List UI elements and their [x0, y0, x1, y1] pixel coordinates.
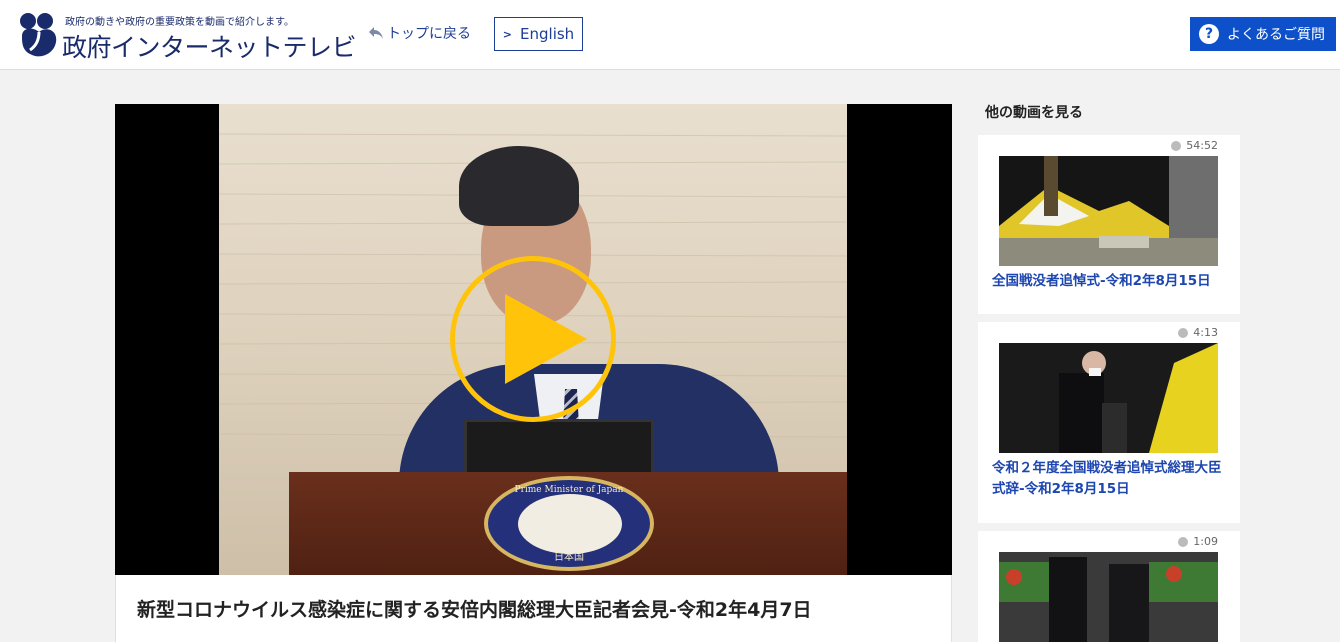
related-video-card[interactable]: 4:13 令和２年度全国戦没者追悼式総理大臣式辞-令和2年8月15日 [978, 322, 1240, 523]
video-duration: 54:52 [1171, 139, 1218, 152]
video-duration: 1:09 [1178, 535, 1218, 548]
memorial-attendees-image [999, 552, 1218, 642]
clock-icon [1171, 140, 1182, 151]
english-button[interactable]: > English [494, 17, 583, 51]
back-to-top-link[interactable]: トップに戻る [368, 23, 471, 43]
related-video-title: 全国戦没者追悼式-令和2年8月15日 [992, 273, 1211, 289]
video-duration: 4:13 [1178, 326, 1218, 339]
video-title-box: 新型コロナウイルス感染症に関する安倍内閣総理大臣記者会見-令和2年4月7日 [115, 575, 952, 642]
faq-button[interactable]: ? よくあるご質問 [1190, 17, 1336, 51]
related-video-thumbnail [999, 343, 1218, 453]
memorial-speech-image [999, 343, 1218, 453]
speaker-hair [459, 146, 579, 226]
play-button[interactable] [450, 256, 616, 422]
clock-icon [1178, 327, 1189, 338]
back-to-top-label: トップに戻る [387, 26, 471, 42]
related-video-card[interactable]: 54:52 全国戦没者追悼式-令和2年8月15日 [978, 135, 1240, 314]
related-video-thumbnail [999, 552, 1218, 642]
related-video-title: 令和２年度全国戦没者追悼式総理大臣式辞-令和2年8月15日 [992, 460, 1222, 497]
question-icon: ? [1199, 24, 1219, 44]
site-header: 政府の動きや政府の重要政策を動画で紹介します。 政府インターネットテレビ トップ… [0, 0, 1340, 70]
chevron-right-icon: > [502, 27, 513, 41]
pm-seal: Prime Minister of Japan 日本国 [484, 476, 654, 571]
video-title: 新型コロナウイルス感染症に関する安倍内閣総理大臣記者会見-令和2年4月7日 [137, 599, 812, 621]
site-name: 政府インターネットテレビ [62, 33, 357, 62]
faq-label: よくあるご質問 [1227, 27, 1325, 43]
clock-icon [1178, 536, 1189, 547]
video-player[interactable]: Prime Minister of Japan 日本国 [115, 104, 952, 575]
paulownia-emblem [518, 494, 622, 554]
related-video-card[interactable]: 1:09 [978, 531, 1240, 642]
site-logo[interactable]: 政府の動きや政府の重要政策を動画で紹介します。 政府インターネットテレビ [18, 10, 357, 62]
seal-bottom-text: 日本国 [554, 552, 584, 563]
english-label: English [520, 25, 575, 43]
logo-mark-icon [20, 13, 57, 57]
back-arrow-icon [369, 27, 383, 39]
play-icon [505, 294, 587, 384]
related-video-thumbnail [999, 156, 1218, 266]
memorial-stage-image [999, 156, 1218, 266]
site-tagline: 政府の動きや政府の重要政策を動画で紹介します。 [65, 17, 294, 28]
other-videos-heading: 他の動画を見る [985, 105, 1083, 121]
